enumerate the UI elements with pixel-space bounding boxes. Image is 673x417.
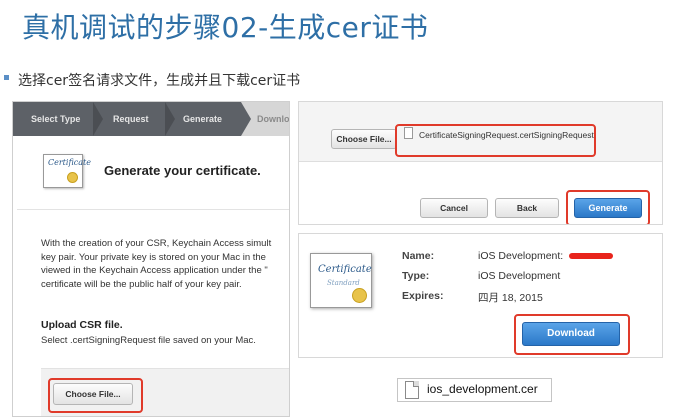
step-divider [241, 102, 251, 136]
body-line-3: viewed in the Keychain Access applicatio… [41, 265, 268, 276]
selected-file-name: CertificateSigningRequest.certSigningReq… [419, 130, 594, 140]
certificate-icon-label: Certificate [318, 264, 372, 275]
seal-icon [67, 172, 78, 183]
choose-file-button[interactable]: Choose File... [331, 129, 397, 149]
upload-csr-description: Select .certSigningRequest file saved on… [41, 335, 256, 346]
bullet-icon [4, 75, 9, 80]
slide-title: 真机调试的步骤02-生成cer证书 [22, 11, 429, 44]
generate-heading: Generate your certificate. [104, 163, 261, 178]
highlight-box [48, 378, 143, 413]
certificate-icon: Certificate [43, 154, 91, 188]
body-line-2: key pair. Your private key is stored on … [41, 251, 266, 263]
document-icon [405, 381, 419, 399]
type-label: Type: [402, 270, 430, 282]
back-button[interactable]: Back [495, 198, 559, 218]
step-select-type: Select Type [31, 114, 81, 124]
type-value: iOS Development [478, 270, 561, 282]
step-divider [93, 102, 103, 136]
file-upload-area: Choose File... [41, 368, 289, 416]
step-progress-bar: Select Type Request Generate Downlo [13, 102, 290, 136]
cancel-button[interactable]: Cancel [420, 198, 488, 218]
step-request: Request [113, 114, 149, 124]
divider [17, 209, 289, 210]
certificate-icon-label: Certificate [48, 158, 91, 167]
step-divider [165, 102, 175, 136]
slide-subtitle: 选择cer签名请求文件，生成并且下载cer证书 [18, 73, 301, 89]
body-line-1: With the creation of your CSR, Keychain … [41, 238, 272, 249]
certificate-icon: Certificate Standard [310, 253, 372, 308]
upload-csr-heading: Upload CSR file. [41, 319, 123, 331]
seal-icon [352, 288, 367, 303]
highlight-box [514, 314, 630, 355]
highlight-box [566, 190, 650, 224]
downloaded-file-name: ios_development.cer [427, 382, 538, 396]
name-label: Name: [402, 250, 435, 262]
expires-label: Expires: [402, 290, 444, 302]
redaction-mark [569, 253, 613, 259]
generate-certificate-panel: Select Type Request Generate Downlo Cert… [12, 101, 290, 417]
body-line-4: certificate will be the public half of y… [41, 278, 242, 290]
highlight-box [395, 124, 596, 157]
step-generate: Generate [183, 114, 223, 124]
certificate-icon-sublabel: Standard [327, 279, 360, 287]
expires-value: 四月 18, 2015 [478, 292, 543, 304]
upload-generate-panel: Choose File... Cancel Back Generate [298, 101, 663, 225]
document-icon [404, 127, 413, 139]
name-value: iOS Development: [478, 250, 564, 262]
step-download: Downlo [257, 114, 290, 124]
